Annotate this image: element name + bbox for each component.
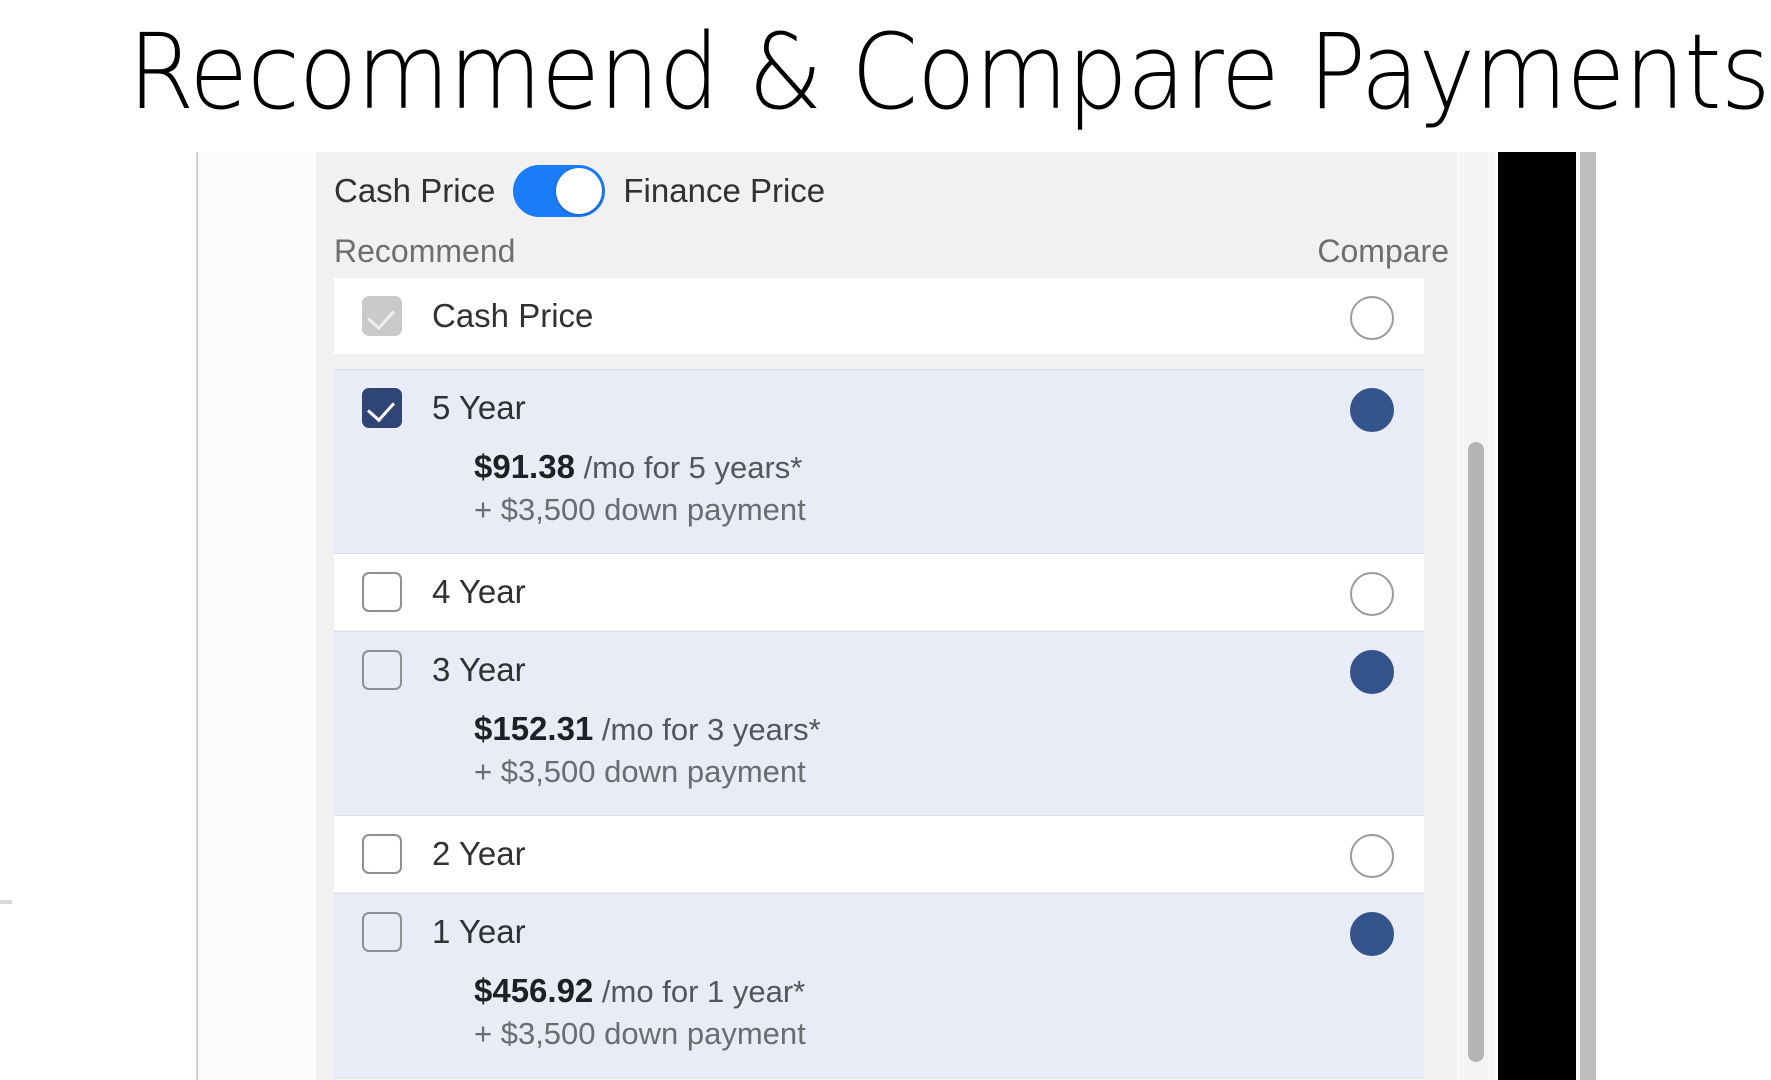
option-main-row: 1 Year	[362, 894, 1398, 970]
payment-amount: $456.92	[474, 972, 594, 1009]
recommend-checkbox-1-year[interactable]	[362, 912, 402, 952]
recommend-checkbox-5-year[interactable]	[362, 388, 402, 428]
compare-radio-cash-price[interactable]	[1350, 296, 1394, 340]
list-item[interactable]: 2 Year	[334, 816, 1424, 893]
compare-radio-5-year[interactable]	[1350, 388, 1394, 432]
option-main-row: 2 Year	[362, 816, 1398, 892]
option-label: 5 Year	[432, 389, 526, 426]
device-bezel-edge	[1580, 152, 1596, 1080]
check-icon	[367, 393, 395, 423]
option-main-row: 4 Year	[362, 554, 1398, 630]
toggle-knob	[556, 168, 603, 214]
list-item[interactable]: 5 Year $91.38 /mo for 5 years* + $3,500 …	[334, 369, 1424, 554]
row-separator	[334, 355, 1424, 369]
option-details: $152.31 /mo for 3 years* + $3,500 down p…	[362, 708, 1398, 815]
recommend-checkbox-3-year[interactable]	[362, 650, 402, 690]
down-payment-line: + $3,500 down payment	[474, 754, 806, 789]
option-label: 1 Year	[432, 913, 526, 950]
column-captions: Recommend Compare	[334, 222, 1449, 280]
option-label: Cash Price	[432, 297, 594, 334]
option-details: $91.38 /mo for 5 years* + $3,500 down pa…	[362, 446, 1398, 553]
cash-finance-toggle[interactable]	[513, 165, 606, 217]
compare-radio-4-year[interactable]	[1350, 572, 1394, 616]
compare-radio-2-year[interactable]	[1350, 834, 1394, 878]
payment-term: /mo for 5 years*	[583, 450, 803, 485]
option-label: 2 Year	[432, 835, 526, 872]
down-payment-line: + $3,500 down payment	[474, 492, 806, 527]
option-label: 4 Year	[432, 573, 526, 610]
toggle-label-finance-price: Finance Price	[623, 172, 826, 209]
option-main-row: 5 Year	[362, 370, 1398, 446]
payments-panel: Cash Price Finance Price Recommend Compa…	[316, 152, 1457, 1080]
recommend-checkbox-4-year[interactable]	[362, 572, 402, 612]
caption-recommend: Recommend	[334, 232, 516, 269]
embedded-screenshot: Cash Price Finance Price Recommend Compa…	[196, 152, 1618, 1080]
slide-edge-marker	[0, 900, 12, 904]
payment-option-list: Cash Price 5 Year $91.38 /mo for 5 years…	[334, 278, 1424, 1080]
list-item[interactable]: Cash Price	[334, 278, 1424, 355]
payment-amount: $91.38	[474, 448, 575, 485]
compare-radio-1-year[interactable]	[1350, 912, 1394, 956]
monthly-payment-line: $456.92 /mo for 1 year*	[474, 970, 1398, 1013]
price-mode-toggle-row[interactable]: Cash Price Finance Price	[334, 162, 825, 220]
monthly-payment-line: $91.38 /mo for 5 years*	[474, 446, 1398, 489]
payment-amount: $152.31	[474, 710, 594, 747]
device-bezel-outer	[1596, 152, 1618, 1080]
caption-compare: Compare	[1317, 232, 1449, 269]
compare-radio-3-year[interactable]	[1350, 650, 1394, 694]
list-item[interactable]: 3 Year $152.31 /mo for 3 years* + $3,500…	[334, 631, 1424, 816]
option-main-row: 3 Year	[362, 632, 1398, 708]
check-icon	[367, 301, 395, 331]
option-label: 3 Year	[432, 651, 526, 688]
list-item[interactable]: 4 Year	[334, 554, 1424, 631]
payment-term: /mo for 1 year*	[601, 974, 806, 1009]
vertical-scrollbar[interactable]	[1459, 152, 1495, 1080]
list-item[interactable]: 1 Year $456.92 /mo for 1 year* + $3,500 …	[334, 893, 1424, 1078]
device-bezel	[1498, 152, 1576, 1080]
scrollbar-thumb[interactable]	[1468, 442, 1484, 1062]
slide-canvas: Recommend & Compare Payments Cash Price …	[0, 0, 1771, 1080]
option-main-row: Cash Price	[362, 278, 1398, 354]
recommend-checkbox-2-year[interactable]	[362, 834, 402, 874]
toggle-label-cash-price: Cash Price	[334, 172, 496, 209]
option-details: $456.92 /mo for 1 year* + $3,500 down pa…	[362, 970, 1398, 1077]
recommend-checkbox-cash-price[interactable]	[362, 296, 402, 336]
payment-term: /mo for 3 years*	[601, 712, 821, 747]
page-title: Recommend & Compare Payments	[128, 11, 1771, 133]
down-payment-line: + $3,500 down payment	[474, 1016, 806, 1051]
monthly-payment-line: $152.31 /mo for 3 years*	[474, 708, 1398, 751]
